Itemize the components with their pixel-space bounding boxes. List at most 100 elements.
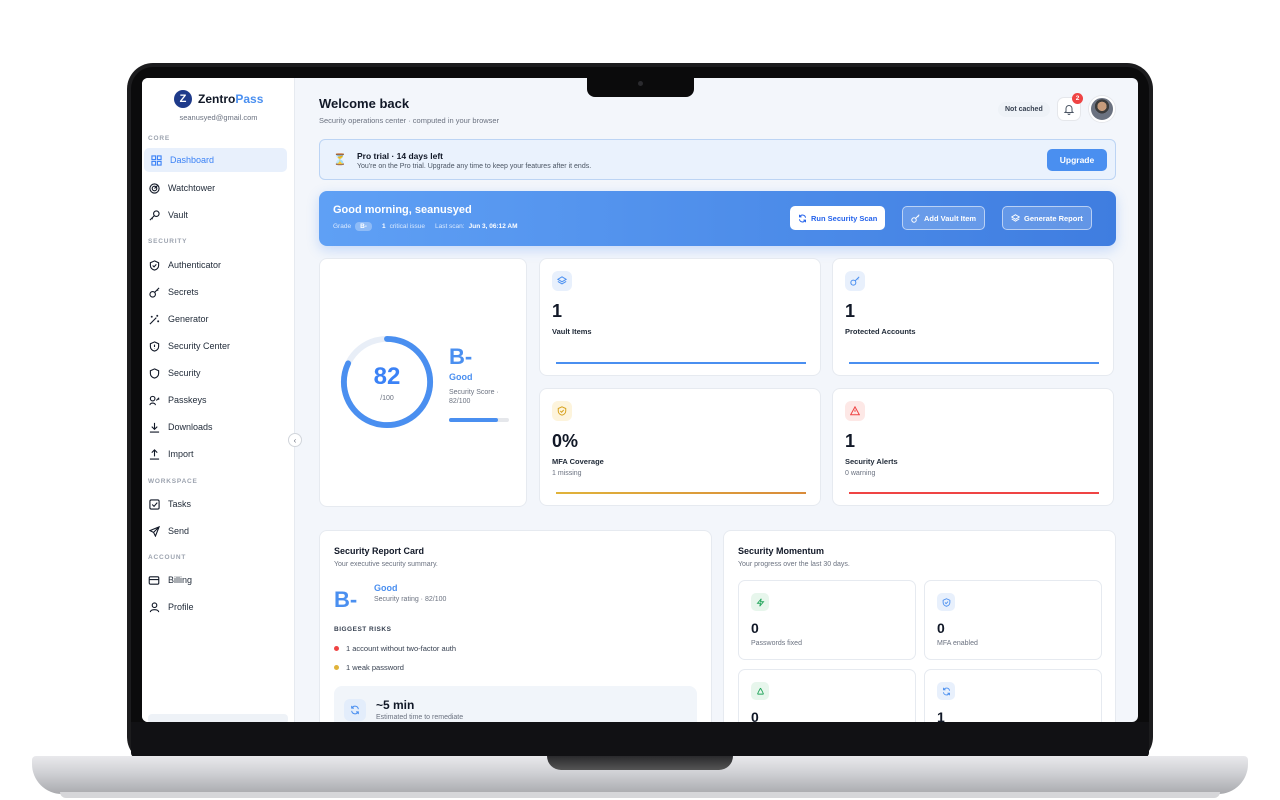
laptop-opening-notch — [547, 756, 733, 770]
stat-trend-line — [849, 362, 1099, 364]
button-label: Generate Report — [1024, 213, 1083, 223]
stat-label: Vault Items — [552, 327, 592, 336]
trial-subtitle: You're on the Pro trial. Upgrade any tim… — [357, 163, 592, 170]
stat-card-vault-items[interactable]: 1 Vault Items — [539, 258, 821, 376]
sidebar-item-security-center[interactable]: Security Center — [142, 334, 295, 358]
recycle-icon — [751, 682, 769, 700]
tile-value: 0 — [751, 709, 759, 722]
remediate-label: Estimated time to remediate — [376, 714, 464, 721]
stat-trend-line — [556, 492, 806, 494]
brand[interactable]: Z ZentroPass — [174, 90, 263, 108]
run-security-scan-button[interactable]: Run Security Scan — [790, 206, 886, 230]
checkbox-icon — [148, 498, 160, 510]
refresh-icon — [344, 699, 366, 721]
section-core: CORE — [148, 135, 170, 142]
hero-banner: Good morning, seanusyed Grade B- 1 criti… — [319, 191, 1116, 246]
sidebar-item-passkeys[interactable]: Passkeys — [142, 388, 295, 412]
risk-item: 1 account without two-factor auth — [334, 644, 456, 653]
score-progress-bar — [449, 418, 509, 422]
stat-sub: 0 warning — [845, 470, 876, 477]
shield-icon — [552, 401, 572, 421]
greeting: Good morning, seanusyed — [333, 204, 472, 216]
trial-title: Pro trial · 14 days left — [357, 151, 443, 161]
critical-count: 1 — [381, 223, 386, 230]
hero-meta: Grade B- 1 critical issue Last scan: Jun… — [333, 222, 518, 231]
page-subtitle: Security operations center · computed in… — [319, 116, 500, 125]
sidebar-item-label: Passkeys — [168, 395, 207, 405]
sidebar-item-secrets[interactable]: Secrets — [142, 280, 295, 304]
sidebar-item-import[interactable]: Import — [142, 442, 295, 466]
sidebar-item-label: Security Center — [168, 341, 231, 351]
sidebar-item-vault[interactable]: Vault — [142, 203, 295, 227]
stat-value: 1 — [552, 301, 563, 321]
main-content: Welcome back Security operations center … — [296, 78, 1138, 722]
sidebar-item-profile[interactable]: Profile — [142, 595, 295, 619]
button-label: Add Vault Item — [924, 213, 977, 223]
sidebar-item-send[interactable]: Send — [142, 519, 295, 543]
stat-card-mfa-coverage[interactable]: 0% MFA Coverage 1 missing — [539, 388, 821, 506]
avatar[interactable] — [1089, 96, 1115, 122]
momentum-tile-passwords-fixed: 0 Passwords fixed — [738, 580, 916, 660]
account-email: seanusyed@gmail.com — [179, 113, 258, 122]
button-label: Run Security Scan — [811, 213, 878, 223]
sidebar-item-tasks[interactable]: Tasks — [142, 492, 295, 516]
passkey-icon — [148, 394, 160, 406]
collapse-sidebar-button[interactable]: ‹ — [288, 433, 302, 447]
remediation-estimate: ~5 min Estimated time to remediate — [334, 686, 697, 722]
stat-card-security-alerts[interactable]: 1 Security Alerts 0 warning — [832, 388, 1114, 506]
key-icon — [845, 271, 865, 291]
add-vault-item-button[interactable]: Add Vault Item — [902, 206, 986, 230]
layers-icon — [1011, 213, 1020, 222]
cache-status-badge: Not cached — [998, 102, 1050, 117]
generate-report-button[interactable]: Generate Report — [1002, 206, 1092, 230]
sidebar-item-label: Send — [168, 526, 190, 536]
sidebar-item-label: Generator — [168, 314, 209, 324]
upgrade-button[interactable]: Upgrade — [1047, 149, 1107, 171]
report-grade: B- — [334, 587, 358, 612]
shield-check-icon — [148, 259, 160, 271]
stat-value: 1 — [845, 301, 856, 321]
sidebar-item-dashboard[interactable]: Dashboard — [144, 148, 287, 172]
sidebar-item-authenticator[interactable]: Authenticator — [142, 253, 295, 277]
last-scan-time: Jun 3, 06:12 AM — [468, 223, 518, 230]
bell-icon — [1063, 105, 1075, 115]
section-security: SECURITY — [148, 238, 188, 245]
upload-icon — [148, 448, 160, 460]
sidebar: Z ZentroPass seanusyed@gmail.com CORE Da… — [142, 78, 295, 722]
risk-item: 1 weak password — [334, 663, 404, 672]
sidebar-item-label: Security — [168, 368, 201, 378]
sidebar-item-generator[interactable]: Generator — [142, 307, 295, 331]
momentum-tile-mfa-enabled: 0 MFA enabled — [924, 580, 1102, 660]
momentum-tile: 1 — [924, 669, 1102, 722]
alert-triangle-icon — [845, 401, 865, 421]
sidebar-item-label: Tasks — [168, 499, 192, 509]
tile-label: MFA enabled — [937, 640, 978, 647]
sidebar-footer — [148, 714, 288, 722]
wand-icon — [148, 313, 160, 325]
sidebar-item-label: Dashboard — [170, 155, 215, 165]
stat-value: 0% — [552, 431, 579, 451]
security-momentum-card: Security Momentum Your progress over the… — [723, 530, 1116, 722]
score-grade-word: Good — [449, 372, 473, 382]
refresh-icon — [799, 214, 806, 222]
stat-card-protected-accounts[interactable]: 1 Protected Accounts — [832, 258, 1114, 376]
risk-dot — [334, 665, 339, 670]
trial-banner: ⏳ Pro trial · 14 days left You're on the… — [319, 139, 1116, 180]
stat-label: Security Alerts — [845, 457, 898, 466]
laptop-camera — [638, 81, 643, 86]
sidebar-item-security[interactable]: Security — [142, 361, 295, 385]
grade-label: Grade — [333, 223, 352, 230]
card-title: Security Momentum — [738, 546, 825, 556]
grade-pill: B- — [355, 222, 372, 231]
score-value: 82 — [373, 363, 401, 390]
sidebar-item-label: Secrets — [168, 287, 199, 297]
sidebar-item-watchtower[interactable]: Watchtower — [142, 176, 295, 200]
sidebar-item-billing[interactable]: Billing — [142, 568, 295, 592]
grid-icon — [150, 154, 162, 166]
sidebar-item-downloads[interactable]: Downloads — [142, 415, 295, 439]
brand-logo: Z — [174, 90, 192, 108]
laptop-chin — [131, 722, 1149, 757]
chevron-left-icon: ‹ — [293, 435, 297, 445]
score-label: Security Score · 82/100 — [449, 389, 499, 405]
security-report-card: Security Report Card Your executive secu… — [319, 530, 712, 722]
